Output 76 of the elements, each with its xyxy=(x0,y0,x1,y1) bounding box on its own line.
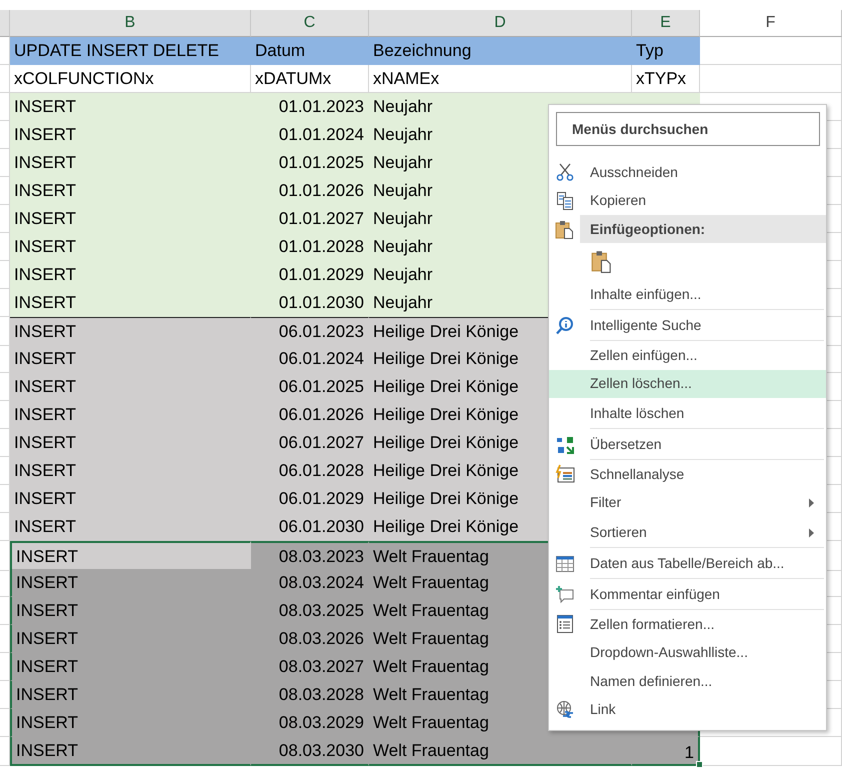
comment-icon xyxy=(555,584,575,604)
table-cell: INSERT xyxy=(10,513,251,541)
format-cells-icon xyxy=(555,614,575,634)
table-cell: 08.03.2024 xyxy=(251,569,369,597)
quick-analysis-icon xyxy=(555,464,575,484)
table-cell: 06.01.2027 xyxy=(251,429,369,457)
table-cell: 08.03.2023 xyxy=(251,541,369,571)
table-cell: INSERT xyxy=(10,177,251,205)
copy-icon xyxy=(555,190,575,211)
table-cell: 01.01.2029 xyxy=(251,261,369,289)
table-cell: INSERT xyxy=(10,373,251,401)
row-header[interactable] xyxy=(0,65,10,93)
table-header-cell: Datum xyxy=(251,37,369,65)
table-cell: INSERT xyxy=(10,597,251,625)
table-cell: INSERT xyxy=(10,149,251,177)
clipboard-icon xyxy=(555,219,575,239)
table-cell: 01.01.2028 xyxy=(251,233,369,261)
table-cell: 08.03.2026 xyxy=(251,625,369,653)
table-cell: 08.03.2029 xyxy=(251,709,369,737)
search-icon xyxy=(555,316,575,336)
table-cell: INSERT xyxy=(10,709,251,737)
table-cell: 08.03.2028 xyxy=(251,681,369,709)
scissors-icon xyxy=(555,162,575,182)
submenu-arrow-icon xyxy=(809,498,814,508)
table-cell: INSERT xyxy=(10,233,251,261)
table-cell: INSERT xyxy=(10,429,251,457)
table-cell: INSERT xyxy=(10,485,251,513)
fill-handle[interactable] xyxy=(696,761,703,768)
table-cell: 06.01.2023 xyxy=(251,317,369,346)
table-cell: 06.01.2030 xyxy=(251,513,369,541)
table-cell: INSERT xyxy=(10,457,251,485)
column-header[interactable]: E xyxy=(632,10,700,37)
table-header-cell: UPDATE INSERT DELETE xyxy=(10,37,251,65)
table-cell: 01.01.2027 xyxy=(251,205,369,233)
table-cell: INSERT xyxy=(10,681,251,709)
table-cell: INSERT xyxy=(10,289,251,317)
column-header[interactable]: D xyxy=(369,10,632,37)
table-cell: 08.03.2027 xyxy=(251,653,369,681)
table-cell: INSERT xyxy=(10,261,251,289)
table-cell: 1 xyxy=(632,737,700,766)
column-header[interactable]: C xyxy=(251,10,369,37)
column-header[interactable]: B xyxy=(10,10,251,37)
table-cell: 06.01.2025 xyxy=(251,373,369,401)
search-field[interactable]: Menüs durchsuchen xyxy=(556,112,820,146)
table-cell: INSERT xyxy=(10,541,251,571)
table-cell: INSERT xyxy=(10,653,251,681)
column-header[interactable] xyxy=(0,10,10,37)
table-icon xyxy=(555,554,575,574)
table-cell: INSERT xyxy=(10,345,251,373)
table-cell: 08.03.2025 xyxy=(251,597,369,625)
column-header[interactable]: F xyxy=(700,10,842,37)
globe-link-icon xyxy=(555,700,575,720)
table-cell: 01.01.2026 xyxy=(251,177,369,205)
table-cell: 01.01.2030 xyxy=(251,289,369,317)
table-cell: 01.01.2024 xyxy=(251,121,369,149)
menu-item[interactable]: Zellen löschen... xyxy=(549,370,826,398)
table-cell: INSERT xyxy=(10,401,251,429)
submenu-arrow-icon xyxy=(809,528,814,537)
table-cell: INSERT xyxy=(10,625,251,653)
table-cell: INSERT xyxy=(10,121,251,149)
table-cell: 06.01.2024 xyxy=(251,345,369,373)
table-header-cell: Bezeichnung xyxy=(369,37,632,65)
table-cell: INSERT xyxy=(10,93,251,121)
table-cell: INSERT xyxy=(10,737,251,766)
table-cell: 01.01.2025 xyxy=(251,149,369,177)
table-cell: 06.01.2028 xyxy=(251,457,369,485)
table-cell: INSERT xyxy=(10,569,251,597)
translate-icon xyxy=(555,434,575,454)
table-cell: 06.01.2026 xyxy=(251,401,369,429)
table-cell: Welt Frauentag xyxy=(369,737,632,766)
table-header-cell: Typ xyxy=(632,37,700,65)
table-cell: INSERT xyxy=(10,317,251,346)
table-cell: INSERT xyxy=(10,205,251,233)
table-cell: 08.03.2030 xyxy=(251,737,369,766)
table-cell: 06.01.2029 xyxy=(251,485,369,513)
table-cell: 01.01.2023 xyxy=(251,93,369,121)
